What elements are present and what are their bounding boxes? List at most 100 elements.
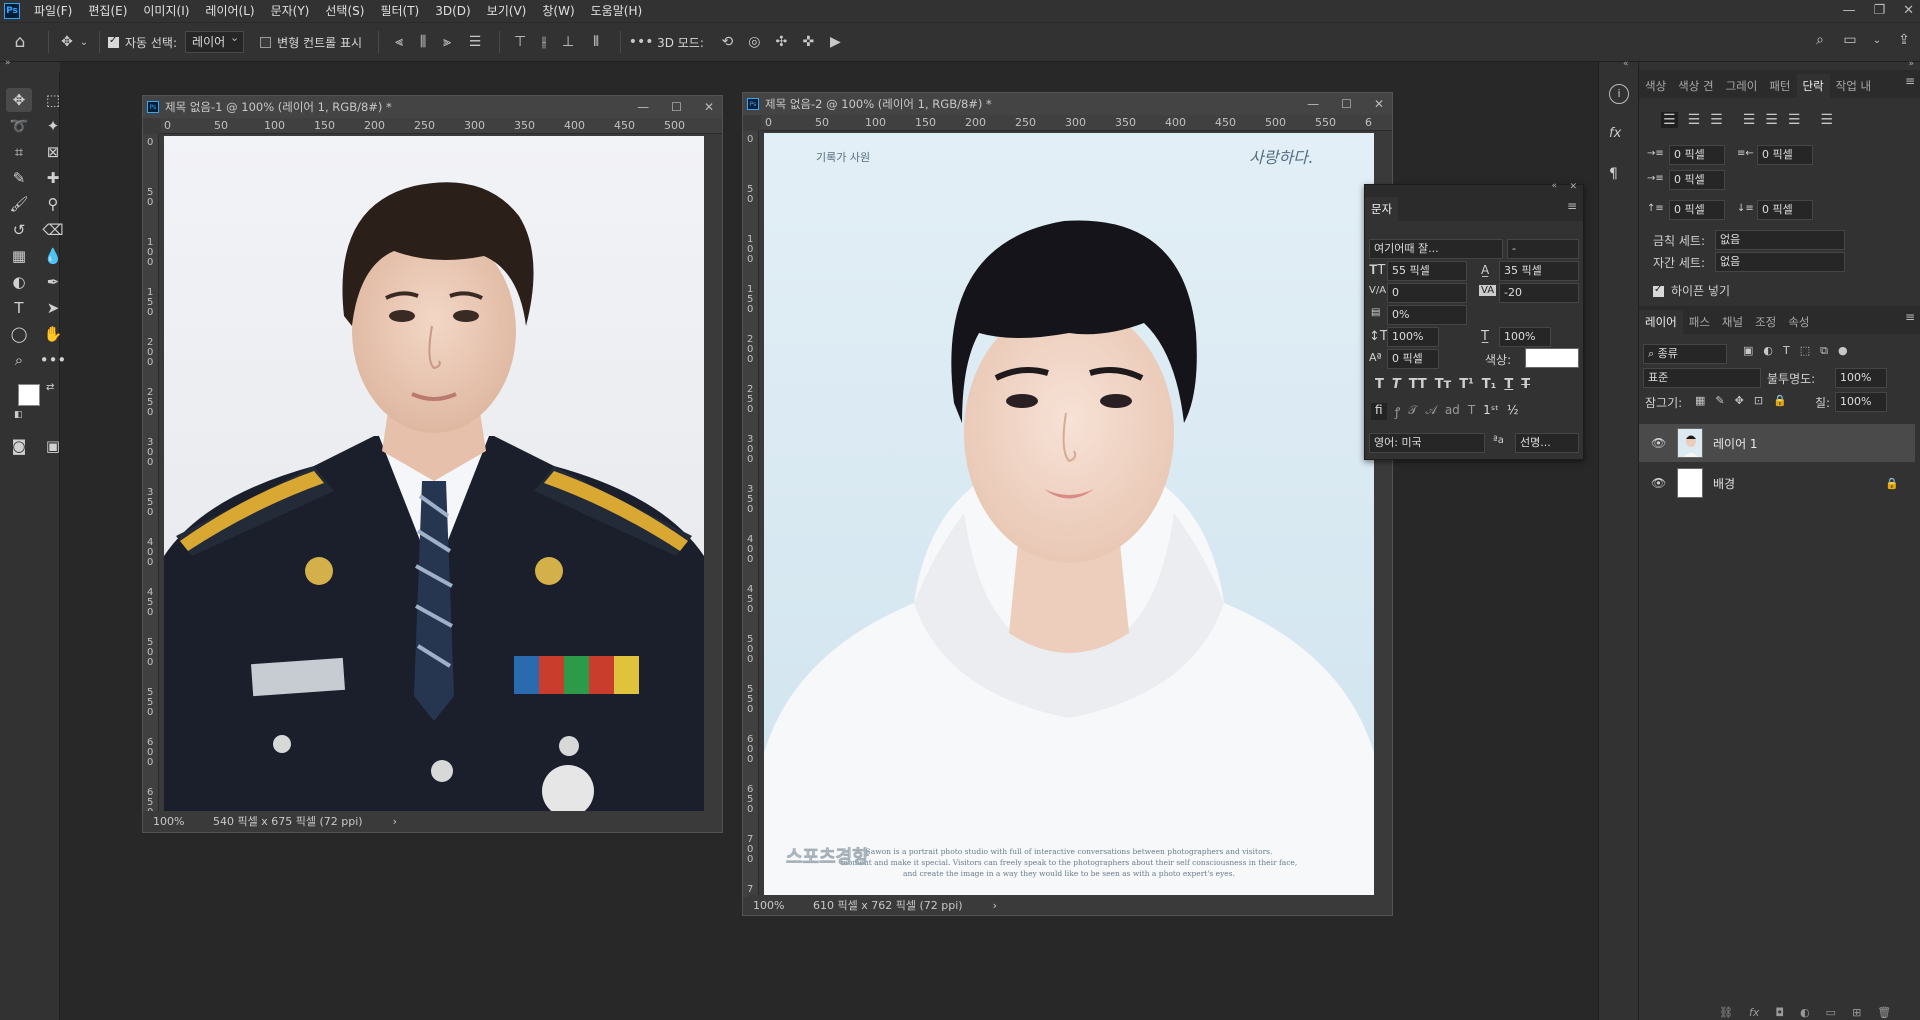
language-select[interactable]: 영어: 미국 bbox=[1369, 433, 1485, 453]
frame-tool[interactable]: ⊠ bbox=[40, 140, 66, 164]
menu-help[interactable]: 도움말(H) bbox=[583, 0, 651, 22]
justify-last-right-icon[interactable]: ☰ bbox=[1788, 112, 1801, 128]
distribute-h-icon[interactable]: ☰ bbox=[459, 34, 491, 50]
path-select-tool[interactable]: ➤ bbox=[40, 296, 66, 320]
discretionary-ligature-icon[interactable]: ꝭ bbox=[1395, 403, 1401, 420]
marquee-tool[interactable]: ⬚ bbox=[40, 88, 66, 112]
char-panel-menu-icon[interactable]: ≡ bbox=[1567, 199, 1577, 213]
doc2-zoom[interactable]: 100% bbox=[749, 899, 799, 912]
ellipse-tool[interactable]: ◯ bbox=[6, 322, 32, 346]
type-tool[interactable]: T bbox=[6, 296, 32, 320]
crop-tool[interactable]: ⌗ bbox=[6, 140, 32, 164]
doc2-status-arrow-icon[interactable]: › bbox=[993, 899, 997, 912]
all-caps-icon[interactable]: TT bbox=[1409, 377, 1427, 392]
search-icon[interactable]: ⌕ bbox=[1810, 32, 1830, 48]
layer1-name[interactable]: 레이어 1 bbox=[1713, 435, 1758, 452]
font-family-select[interactable]: 여기어때 잘... bbox=[1369, 239, 1503, 259]
foreground-color-swatch[interactable] bbox=[18, 384, 40, 406]
lasso-tool[interactable]: ➰ bbox=[6, 114, 32, 138]
font-style-select[interactable]: - bbox=[1507, 239, 1579, 259]
doc2-minimize-icon[interactable]: — bbox=[1307, 93, 1319, 115]
pen-tool[interactable]: ✒ bbox=[40, 270, 66, 294]
adjustment-layer-icon[interactable]: ◐ bbox=[1800, 1006, 1810, 1019]
ornaments-icon[interactable]: T bbox=[1468, 403, 1475, 420]
more-tools-icon[interactable]: ••• bbox=[40, 348, 67, 372]
align-text-right-icon[interactable]: ☰ bbox=[1710, 112, 1723, 128]
magic-wand-tool[interactable]: ✦ bbox=[40, 114, 66, 138]
menu-layer[interactable]: 레이어(L) bbox=[197, 0, 262, 22]
tab-patterns[interactable]: 패턴 bbox=[1763, 74, 1796, 98]
layer-mask-icon[interactable]: ◘ bbox=[1775, 1006, 1784, 1019]
menu-edit[interactable]: 편집(E) bbox=[80, 0, 135, 22]
tsume-field[interactable]: 0% bbox=[1387, 305, 1467, 325]
faux-bold-icon[interactable]: T bbox=[1375, 377, 1384, 392]
stamp-tool[interactable]: ⚲ bbox=[40, 192, 66, 216]
zoom-tool[interactable]: ⌕ bbox=[6, 348, 32, 372]
align-text-center-icon[interactable]: ☰ bbox=[1688, 112, 1701, 128]
doc2-title-bar[interactable]: Ps 제목 없음-2 @ 100% (레이어 1, RGB/8#) * — ☐ … bbox=[743, 93, 1392, 115]
filter-pixel-icon[interactable]: ▣ bbox=[1743, 344, 1753, 358]
tracking-field[interactable]: -20 bbox=[1499, 283, 1579, 303]
doc1-maximize-icon[interactable]: ☐ bbox=[671, 96, 682, 118]
horizontal-scale-field[interactable]: 100% bbox=[1499, 327, 1551, 347]
ordinals-icon[interactable]: 1ˢᵗ bbox=[1483, 403, 1499, 420]
align-right-icon[interactable]: ⫸ bbox=[435, 34, 459, 50]
justify-all-icon[interactable]: ☰ bbox=[1820, 112, 1833, 128]
lock-artboard-icon[interactable]: ⊡ bbox=[1754, 394, 1763, 407]
workspace-chevron-icon[interactable]: ⌄ bbox=[1870, 32, 1884, 48]
3d-slide-icon[interactable]: ✜ bbox=[795, 34, 822, 50]
baseline-shift-field[interactable]: 0 픽셀 bbox=[1387, 349, 1439, 369]
screen-mode-icon[interactable]: ▣ bbox=[40, 434, 66, 458]
align-text-left-icon[interactable]: ☰ bbox=[1661, 112, 1678, 128]
char-panel-topbar[interactable]: « ✕ bbox=[1365, 181, 1583, 195]
antialias-select[interactable]: 선명... bbox=[1515, 433, 1579, 453]
link-layers-icon[interactable]: ⛓ bbox=[1719, 1006, 1733, 1019]
auto-select-checkbox[interactable] bbox=[108, 35, 119, 48]
dodge-tool[interactable]: ◐ bbox=[6, 270, 32, 294]
close-icon[interactable]: ✕ bbox=[1903, 0, 1914, 22]
lock-image-icon[interactable]: ✎ bbox=[1715, 394, 1724, 407]
doc1-zoom[interactable]: 100% bbox=[149, 815, 199, 828]
align-left-icon[interactable]: ⫷ bbox=[387, 34, 411, 50]
align-bottom-icon[interactable]: ⊥ bbox=[556, 34, 580, 50]
tab-gradients[interactable]: 그레이 bbox=[1720, 74, 1764, 98]
history-brush-tool[interactable]: ↺ bbox=[6, 218, 32, 242]
char-collapse-icon[interactable]: « bbox=[1551, 181, 1557, 191]
share-icon[interactable]: ⇪ bbox=[1894, 32, 1914, 48]
background-layer-name[interactable]: 배경 bbox=[1713, 475, 1735, 492]
tab-color[interactable]: 색상 bbox=[1639, 74, 1672, 98]
tab-paragraph[interactable]: 단락 bbox=[1796, 74, 1830, 98]
filter-type-icon[interactable]: T bbox=[1783, 344, 1790, 358]
minimize-icon[interactable]: — bbox=[1842, 0, 1855, 22]
more-options-icon[interactable]: ••• bbox=[629, 34, 654, 50]
menu-filter[interactable]: 필터(T) bbox=[372, 0, 427, 22]
swap-colors-icon[interactable]: ⇄ bbox=[46, 382, 54, 393]
filter-shape-icon[interactable]: ⬚ bbox=[1800, 344, 1810, 358]
layer-row-layer1[interactable]: 👁 레이어 1 bbox=[1639, 424, 1915, 462]
indent-right-field[interactable]: 0 픽셀 bbox=[1757, 145, 1813, 165]
document-window-1[interactable]: Ps 제목 없음-1 @ 100% (레이어 1, RGB/8#) * — ☐ … bbox=[142, 95, 723, 833]
opacity-field[interactable]: 100% bbox=[1835, 368, 1887, 388]
small-caps-icon[interactable]: Tт bbox=[1435, 377, 1451, 392]
tab-channels[interactable]: 채널 bbox=[1716, 310, 1749, 334]
tab-character[interactable]: 문자 bbox=[1365, 197, 1399, 221]
align-vcenter-icon[interactable]: ⫲ bbox=[532, 34, 556, 50]
vertical-scale-field[interactable]: 100% bbox=[1387, 327, 1439, 347]
layer1-visibility-icon[interactable]: 👁 bbox=[1651, 436, 1666, 450]
justify-last-center-icon[interactable]: ☰ bbox=[1765, 112, 1778, 128]
doc1-minimize-icon[interactable]: — bbox=[637, 96, 649, 118]
3d-camera-icon[interactable]: ▶ bbox=[822, 34, 849, 50]
menu-type[interactable]: 문자(Y) bbox=[263, 0, 318, 22]
move-tool[interactable]: ✥ bbox=[6, 88, 32, 112]
menu-file[interactable]: 파일(F) bbox=[26, 0, 80, 22]
tab-properties[interactable]: 속성 bbox=[1782, 310, 1815, 334]
blur-tool[interactable]: 💧 bbox=[40, 244, 66, 268]
layers-panel-menu-icon[interactable]: ≡ bbox=[1905, 310, 1915, 324]
new-layer-icon[interactable]: ⊞ bbox=[1852, 1006, 1861, 1019]
fill-field[interactable]: 100% bbox=[1835, 392, 1887, 412]
quick-mask-icon[interactable]: ◙ bbox=[6, 434, 32, 458]
home-icon[interactable]: ⌂ bbox=[0, 32, 40, 52]
move-tool-icon[interactable]: ✥ bbox=[57, 34, 77, 50]
toolbar-collapse[interactable]: » bbox=[0, 58, 60, 72]
space-before-field[interactable]: 0 픽셀 bbox=[1669, 200, 1725, 220]
